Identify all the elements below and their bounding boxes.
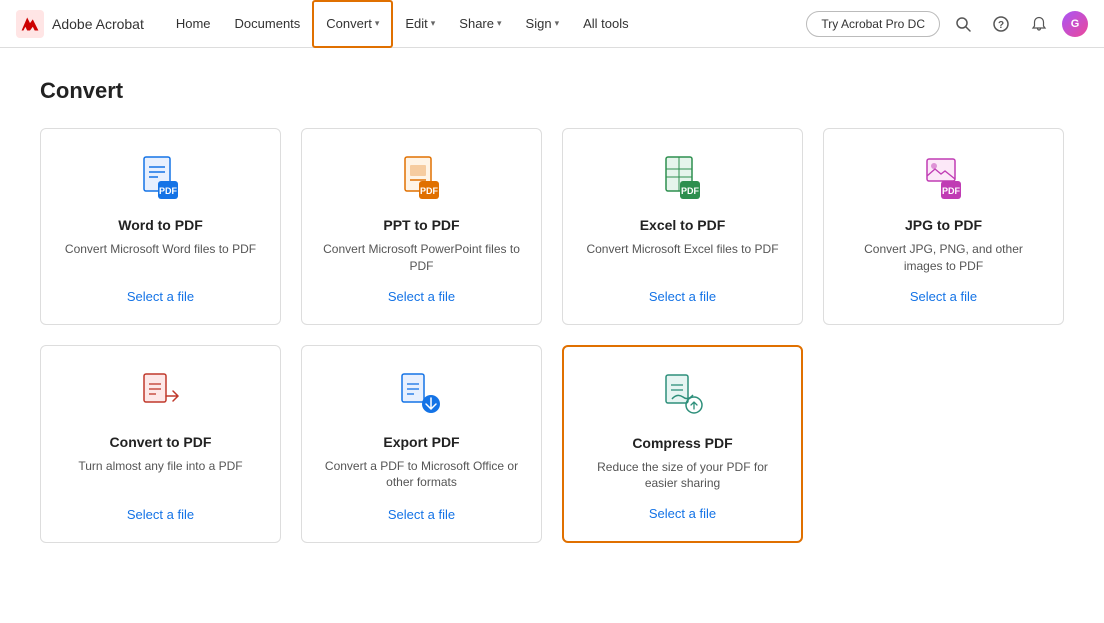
nav-edit[interactable]: Edit ▾ [393, 0, 447, 48]
excel-to-pdf-icon: PDF [658, 153, 708, 203]
search-button[interactable] [948, 9, 978, 39]
excel-to-pdf-desc: Convert Microsoft Excel files to PDF [586, 241, 778, 275]
nav-links: Home Documents Convert ▾ Edit ▾ Share ▾ … [164, 0, 803, 48]
sign-chevron-icon: ▾ [555, 18, 560, 29]
ppt-to-pdf-card[interactable]: PDF PPT to PDF Convert Microsoft PowerPo… [301, 128, 542, 325]
word-to-pdf-link[interactable]: Select a file [127, 289, 194, 304]
compress-pdf-card[interactable]: Compress PDF Reduce the size of your PDF… [562, 345, 803, 544]
svg-text:PDF: PDF [159, 186, 178, 196]
avatar[interactable]: G [1062, 11, 1088, 37]
nav-share[interactable]: Share ▾ [447, 0, 513, 48]
jpg-to-pdf-title: JPG to PDF [905, 217, 982, 233]
jpg-to-pdf-desc: Convert JPG, PNG, and other images to PD… [844, 241, 1043, 275]
bell-icon [1031, 16, 1047, 32]
cards-row2: Convert to PDF Turn almost any file into… [40, 345, 1064, 544]
ppt-to-pdf-desc: Convert Microsoft PowerPoint files to PD… [322, 241, 521, 275]
export-pdf-icon [397, 370, 447, 420]
convert-to-pdf-card[interactable]: Convert to PDF Turn almost any file into… [40, 345, 281, 544]
logo: Adobe Acrobat [16, 10, 144, 38]
excel-to-pdf-link[interactable]: Select a file [649, 289, 716, 304]
convert-chevron-icon: ▾ [375, 18, 380, 29]
excel-to-pdf-title: Excel to PDF [640, 217, 726, 233]
excel-to-pdf-card[interactable]: PDF Excel to PDF Convert Microsoft Excel… [562, 128, 803, 325]
edit-chevron-icon: ▾ [431, 18, 436, 29]
convert-to-pdf-desc: Turn almost any file into a PDF [78, 458, 242, 494]
adobe-logo-icon [16, 10, 44, 38]
share-chevron-icon: ▾ [497, 18, 502, 29]
navbar: Adobe Acrobat Home Documents Convert ▾ E… [0, 0, 1104, 48]
export-pdf-card[interactable]: Export PDF Convert a PDF to Microsoft Of… [301, 345, 542, 544]
ppt-to-pdf-link[interactable]: Select a file [388, 289, 455, 304]
empty-cell [823, 345, 1064, 544]
nav-all-tools[interactable]: All tools [571, 0, 641, 48]
svg-text:PDF: PDF [420, 186, 439, 196]
jpg-to-pdf-card[interactable]: PDF JPG to PDF Convert JPG, PNG, and oth… [823, 128, 1064, 325]
main-content: Convert PDF Word to PDF Convert Microsof… [0, 48, 1104, 623]
jpg-to-pdf-link[interactable]: Select a file [910, 289, 977, 304]
convert-to-pdf-link[interactable]: Select a file [127, 507, 194, 522]
word-to-pdf-card[interactable]: PDF Word to PDF Convert Microsoft Word f… [40, 128, 281, 325]
nav-home[interactable]: Home [164, 0, 223, 48]
nav-sign[interactable]: Sign ▾ [514, 0, 572, 48]
compress-pdf-desc: Reduce the size of your PDF for easier s… [584, 459, 781, 493]
compress-pdf-icon [658, 371, 708, 421]
compress-pdf-link[interactable]: Select a file [649, 506, 716, 521]
ppt-to-pdf-icon: PDF [397, 153, 447, 203]
svg-text:?: ? [998, 20, 1004, 31]
nav-convert[interactable]: Convert ▾ [312, 0, 393, 48]
notifications-button[interactable] [1024, 9, 1054, 39]
svg-text:PDF: PDF [681, 186, 700, 196]
logo-text: Adobe Acrobat [52, 16, 144, 32]
convert-to-pdf-icon [136, 370, 186, 420]
try-acrobat-button[interactable]: Try Acrobat Pro DC [806, 11, 940, 37]
ppt-to-pdf-title: PPT to PDF [383, 217, 459, 233]
nav-right: Try Acrobat Pro DC ? G [806, 9, 1088, 39]
search-icon [955, 16, 971, 32]
cards-row1: PDF Word to PDF Convert Microsoft Word f… [40, 128, 1064, 325]
jpg-to-pdf-icon: PDF [919, 153, 969, 203]
nav-documents[interactable]: Documents [223, 0, 313, 48]
help-icon: ? [993, 16, 1009, 32]
export-pdf-link[interactable]: Select a file [388, 507, 455, 522]
export-pdf-desc: Convert a PDF to Microsoft Office or oth… [322, 458, 521, 494]
word-to-pdf-icon: PDF [136, 153, 186, 203]
export-pdf-title: Export PDF [383, 434, 459, 450]
compress-pdf-title: Compress PDF [632, 435, 732, 451]
help-button[interactable]: ? [986, 9, 1016, 39]
page-title: Convert [40, 78, 1064, 104]
convert-to-pdf-title: Convert to PDF [110, 434, 212, 450]
word-to-pdf-title: Word to PDF [118, 217, 203, 233]
svg-text:PDF: PDF [942, 186, 961, 196]
word-to-pdf-desc: Convert Microsoft Word files to PDF [65, 241, 256, 275]
